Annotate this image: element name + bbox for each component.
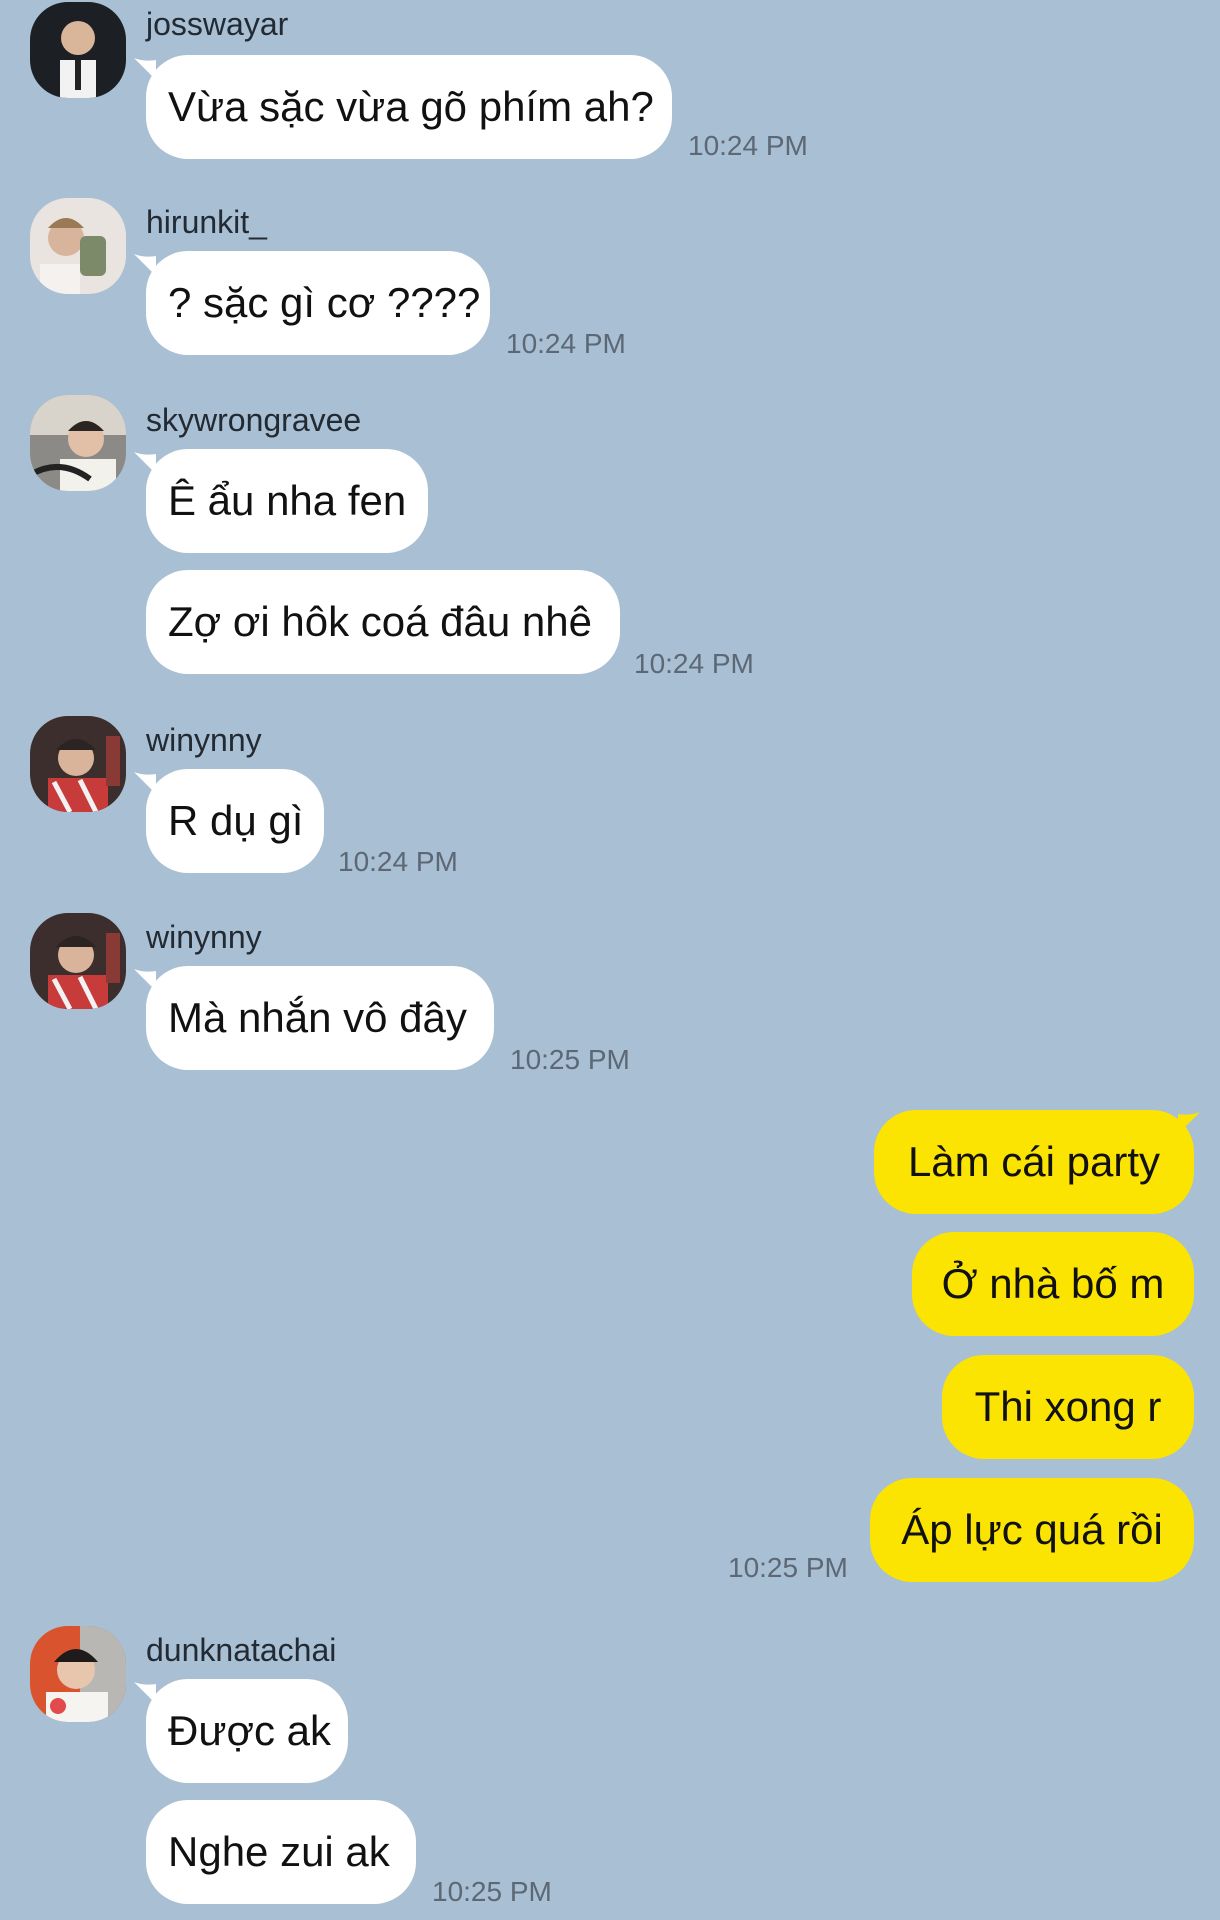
message-bubble[interactable]: Nghe zui ak	[146, 1800, 416, 1904]
message-bubble-mine[interactable]: Ở nhà bố m	[912, 1232, 1194, 1336]
avatar-skywrongravee[interactable]	[30, 395, 126, 491]
message-time: 10:24 PM	[688, 130, 808, 161]
message-bubble-mine[interactable]: Thi xong r	[942, 1355, 1194, 1459]
avatar-josswayar[interactable]	[30, 2, 126, 98]
message-time: 10:24 PM	[338, 846, 458, 877]
message-time: 10:24 PM	[506, 328, 626, 359]
username: skywrongravee	[146, 402, 362, 438]
username: hirunkit_	[146, 204, 267, 240]
avatar-winynny[interactable]	[30, 716, 126, 812]
message-bubble[interactable]: Vừa sặc vừa gõ phím ah?	[146, 55, 672, 159]
message-bubble[interactable]: Mà nhắn vô đây	[146, 966, 494, 1070]
username: dunknatachai	[146, 1632, 337, 1668]
message-bubble[interactable]: ? sặc gì cơ ????	[146, 251, 490, 355]
username: winynny	[146, 722, 262, 758]
message-bubble[interactable]: Được ak	[146, 1679, 348, 1783]
username: josswayar	[146, 6, 289, 42]
message-bubble[interactable]: R dụ gì	[146, 769, 324, 873]
avatar-winynny[interactable]	[30, 913, 126, 1009]
avatar-hirunkit[interactable]	[30, 198, 126, 294]
message-bubble-mine[interactable]: Áp lực quá rồi	[870, 1478, 1194, 1582]
username: winynny	[146, 919, 262, 955]
message-time: 10:24 PM	[634, 648, 754, 679]
message-bubble[interactable]: Zợ ơi hôk coá đâu nhê	[146, 570, 620, 674]
message-time: 10:25 PM	[432, 1876, 552, 1907]
avatar-dunknatachai[interactable]	[30, 1626, 126, 1722]
message-bubble-mine[interactable]: Làm cái party	[874, 1110, 1194, 1214]
message-time: 10:25 PM	[510, 1044, 630, 1075]
message-time: 10:25 PM	[728, 1552, 848, 1583]
message-bubble[interactable]: Ê ẩu nha fen	[146, 449, 428, 553]
